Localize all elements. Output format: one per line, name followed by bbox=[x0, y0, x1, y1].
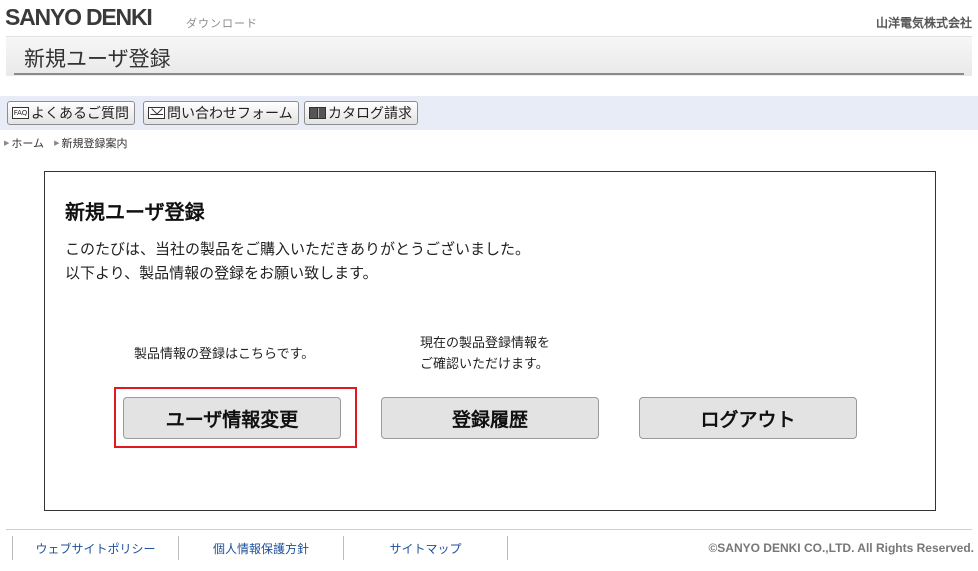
footer-links: ウェブサイトポリシー 個人情報保護方針 サイトマップ bbox=[12, 536, 508, 560]
copyright: ©SANYO DENKI CO.,LTD. All Rights Reserve… bbox=[708, 541, 974, 555]
history-hint-line-1: 現在の製品登録情報を bbox=[420, 336, 551, 351]
panel-title: 新規ユーザ登録 bbox=[65, 200, 205, 224]
description-line-1: このたびは、当社の製品をご購入いただきありがとうございました。 bbox=[65, 240, 531, 258]
breadcrumb-home-label: ホーム bbox=[11, 137, 45, 150]
arrow-right-icon: ▶ bbox=[4, 139, 10, 147]
logout-button[interactable]: ログアウト bbox=[639, 397, 857, 439]
contact-form-button[interactable]: 問い合わせフォーム bbox=[143, 101, 299, 125]
faq-icon: FAQ bbox=[12, 107, 29, 119]
panel-description: このたびは、当社の製品をご購入いただきありがとうございました。 以下より、製品情… bbox=[65, 237, 530, 285]
title-underline bbox=[14, 73, 964, 75]
arrow-right-icon: ▶ bbox=[54, 139, 60, 147]
faq-button[interactable]: FAQ よくあるご質問 bbox=[7, 101, 135, 125]
header-subtitle: ダウンロード bbox=[186, 17, 258, 30]
contact-form-label: 問い合わせフォーム bbox=[167, 106, 293, 122]
footer-divider bbox=[6, 529, 972, 530]
footer-link-privacy-policy[interactable]: 個人情報保護方針 bbox=[178, 536, 343, 560]
breadcrumb-current: ▶ 新規登録案内 bbox=[54, 135, 127, 151]
book-icon bbox=[309, 107, 326, 119]
mail-icon bbox=[148, 107, 165, 119]
history-hint-line-2: ご確認いただけます。 bbox=[420, 357, 549, 372]
registration-panel: 新規ユーザ登録 このたびは、当社の製品をご購入いただきありがとうございました。 … bbox=[44, 171, 936, 511]
catalog-request-label: カタログ請求 bbox=[328, 106, 412, 122]
change-user-info-button[interactable]: ユーザ情報変更 bbox=[123, 397, 341, 439]
catalog-request-button[interactable]: カタログ請求 bbox=[304, 101, 418, 125]
page-title: 新規ユーザ登録 bbox=[24, 47, 171, 71]
registration-history-button[interactable]: 登録履歴 bbox=[381, 397, 599, 439]
breadcrumb-home[interactable]: ▶ ホーム bbox=[4, 135, 44, 151]
logo[interactable]: SANYO DENKI bbox=[5, 4, 153, 31]
title-bar: 新規ユーザ登録 bbox=[6, 36, 972, 76]
company-name: 山洋電気株式会社 bbox=[875, 16, 972, 30]
faq-label: よくあるご質問 bbox=[31, 106, 129, 122]
breadcrumb: ▶ ホーム ▶ 新規登録案内 bbox=[4, 135, 127, 151]
breadcrumb-current-label: 新規登録案内 bbox=[61, 137, 128, 150]
toolbar: FAQ よくあるご質問 問い合わせフォーム カタログ請求 bbox=[0, 96, 978, 130]
footer-link-website-policy[interactable]: ウェブサイトポリシー bbox=[12, 536, 178, 560]
history-hint: 現在の製品登録情報を ご確認いただけます。 bbox=[420, 333, 550, 375]
description-line-2: 以下より、製品情報の登録をお願い致します。 bbox=[65, 264, 378, 282]
footer-link-sitemap[interactable]: サイトマップ bbox=[343, 536, 508, 560]
register-hint: 製品情報の登録はこちらです。 bbox=[134, 347, 315, 362]
